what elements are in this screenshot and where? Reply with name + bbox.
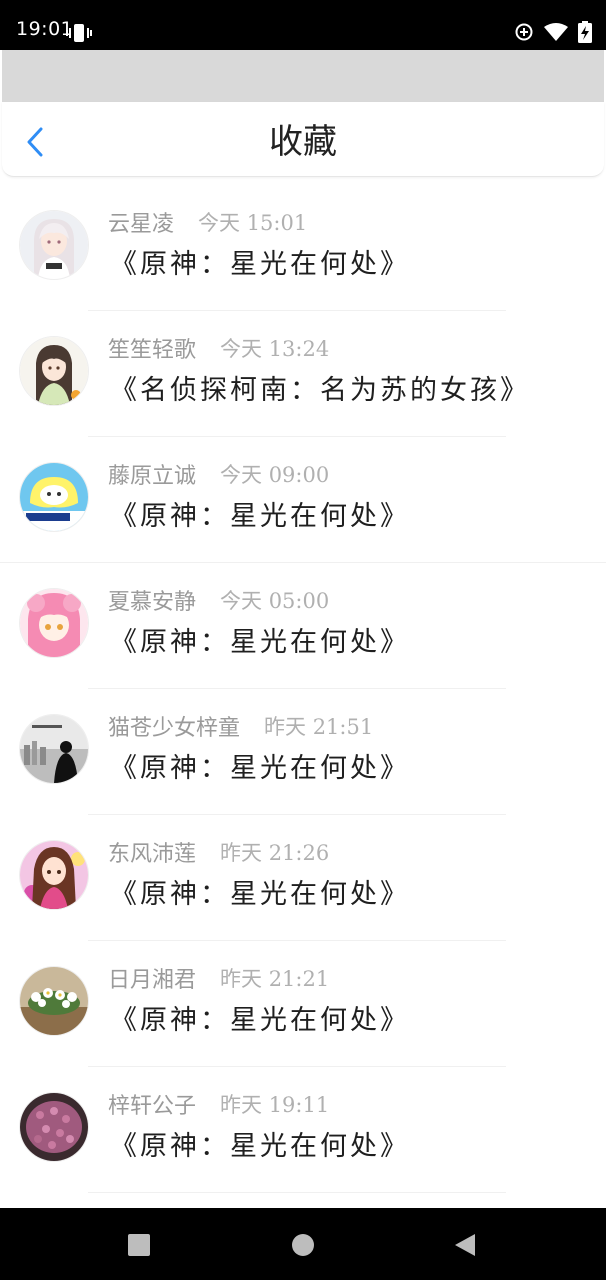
list-item[interactable]: 夏慕安静 今天 05:00 《原神：星光在何处》 bbox=[0, 563, 606, 689]
item-title: 《原神：星光在何处》 bbox=[110, 501, 410, 532]
list-item[interactable]: 云星凌 今天 15:01 《原神：星光在何处》 bbox=[0, 185, 606, 311]
status-time: 19:01 bbox=[16, 18, 74, 40]
avatar bbox=[20, 589, 88, 657]
favorites-list: 云星凌 今天 15:01 《原神：星光在何处》 笙笙轻歌 今天 13:24 《名… bbox=[0, 185, 606, 1193]
item-title: 《原神：星光在何处》 bbox=[110, 753, 410, 784]
timestamp: 昨天 19:11 bbox=[220, 1093, 330, 1117]
timestamp: 今天 05:00 bbox=[220, 589, 330, 613]
user-name: 日月湘君 bbox=[108, 968, 197, 993]
home-button[interactable] bbox=[290, 1232, 320, 1258]
item-title: 《原神：星光在何处》 bbox=[110, 627, 410, 658]
timestamp: 昨天 21:21 bbox=[220, 967, 330, 991]
app-header: 收藏 bbox=[2, 102, 604, 177]
recents-button[interactable] bbox=[126, 1232, 156, 1258]
timestamp: 今天 13:24 bbox=[220, 337, 330, 361]
list-item[interactable]: 日月湘君 昨天 21:21 《原神：星光在何处》 bbox=[0, 941, 606, 1067]
user-name: 梓轩公子 bbox=[108, 1094, 197, 1119]
toolbar-placeholder bbox=[2, 50, 604, 102]
list-item[interactable]: 梓轩公子 昨天 19:11 《原神：星光在何处》 bbox=[0, 1067, 606, 1193]
timestamp: 今天 09:00 bbox=[220, 463, 330, 487]
user-name: 东风沛莲 bbox=[108, 842, 197, 867]
wifi-icon bbox=[544, 23, 568, 41]
back-nav-button[interactable] bbox=[452, 1232, 482, 1258]
back-triangle-icon bbox=[452, 1234, 478, 1262]
list-item[interactable]: 藤原立诚 今天 09:00 《原神：星光在何处》 bbox=[0, 437, 606, 563]
item-title: 《原神：星光在何处》 bbox=[110, 1131, 410, 1162]
user-name: 笙笙轻歌 bbox=[108, 338, 197, 363]
page-title: 收藏 bbox=[269, 122, 337, 162]
list-item[interactable]: 东风沛莲 昨天 21:26 《原神：星光在何处》 bbox=[0, 815, 606, 941]
item-title: 《原神：星光在何处》 bbox=[110, 879, 410, 910]
timestamp: 昨天 21:51 bbox=[264, 715, 374, 739]
item-title: 《原神：星光在何处》 bbox=[110, 1005, 410, 1036]
item-title: 《原神：星光在何处》 bbox=[110, 249, 410, 280]
user-name: 夏慕安静 bbox=[108, 590, 197, 615]
system-nav-bar bbox=[0, 1208, 606, 1280]
avatar bbox=[20, 211, 88, 279]
timestamp: 昨天 21:26 bbox=[220, 841, 330, 865]
item-title: 《名侦探柯南：名为苏的女孩》 bbox=[110, 375, 530, 406]
avatar bbox=[20, 1093, 88, 1161]
vibrate-icon bbox=[66, 22, 92, 44]
avatar bbox=[20, 841, 88, 909]
home-circle-icon bbox=[290, 1234, 316, 1262]
avatar bbox=[20, 463, 88, 531]
user-name: 云星凌 bbox=[108, 212, 175, 237]
battery-charging-icon bbox=[578, 21, 592, 43]
divider bbox=[88, 1192, 506, 1193]
data-saver-icon bbox=[514, 22, 534, 42]
avatar bbox=[20, 337, 88, 405]
list-item[interactable]: 猫苍少女梓童 昨天 21:51 《原神：星光在何处》 bbox=[0, 689, 606, 815]
timestamp: 今天 15:01 bbox=[198, 211, 308, 235]
list-item[interactable]: 笙笙轻歌 今天 13:24 《名侦探柯南：名为苏的女孩》 bbox=[0, 311, 606, 437]
user-name: 藤原立诚 bbox=[108, 464, 197, 489]
recents-square-icon bbox=[126, 1234, 152, 1262]
user-name: 猫苍少女梓童 bbox=[108, 716, 241, 741]
avatar bbox=[20, 967, 88, 1035]
avatar bbox=[20, 715, 88, 783]
status-bar: 19:01 bbox=[0, 0, 606, 50]
